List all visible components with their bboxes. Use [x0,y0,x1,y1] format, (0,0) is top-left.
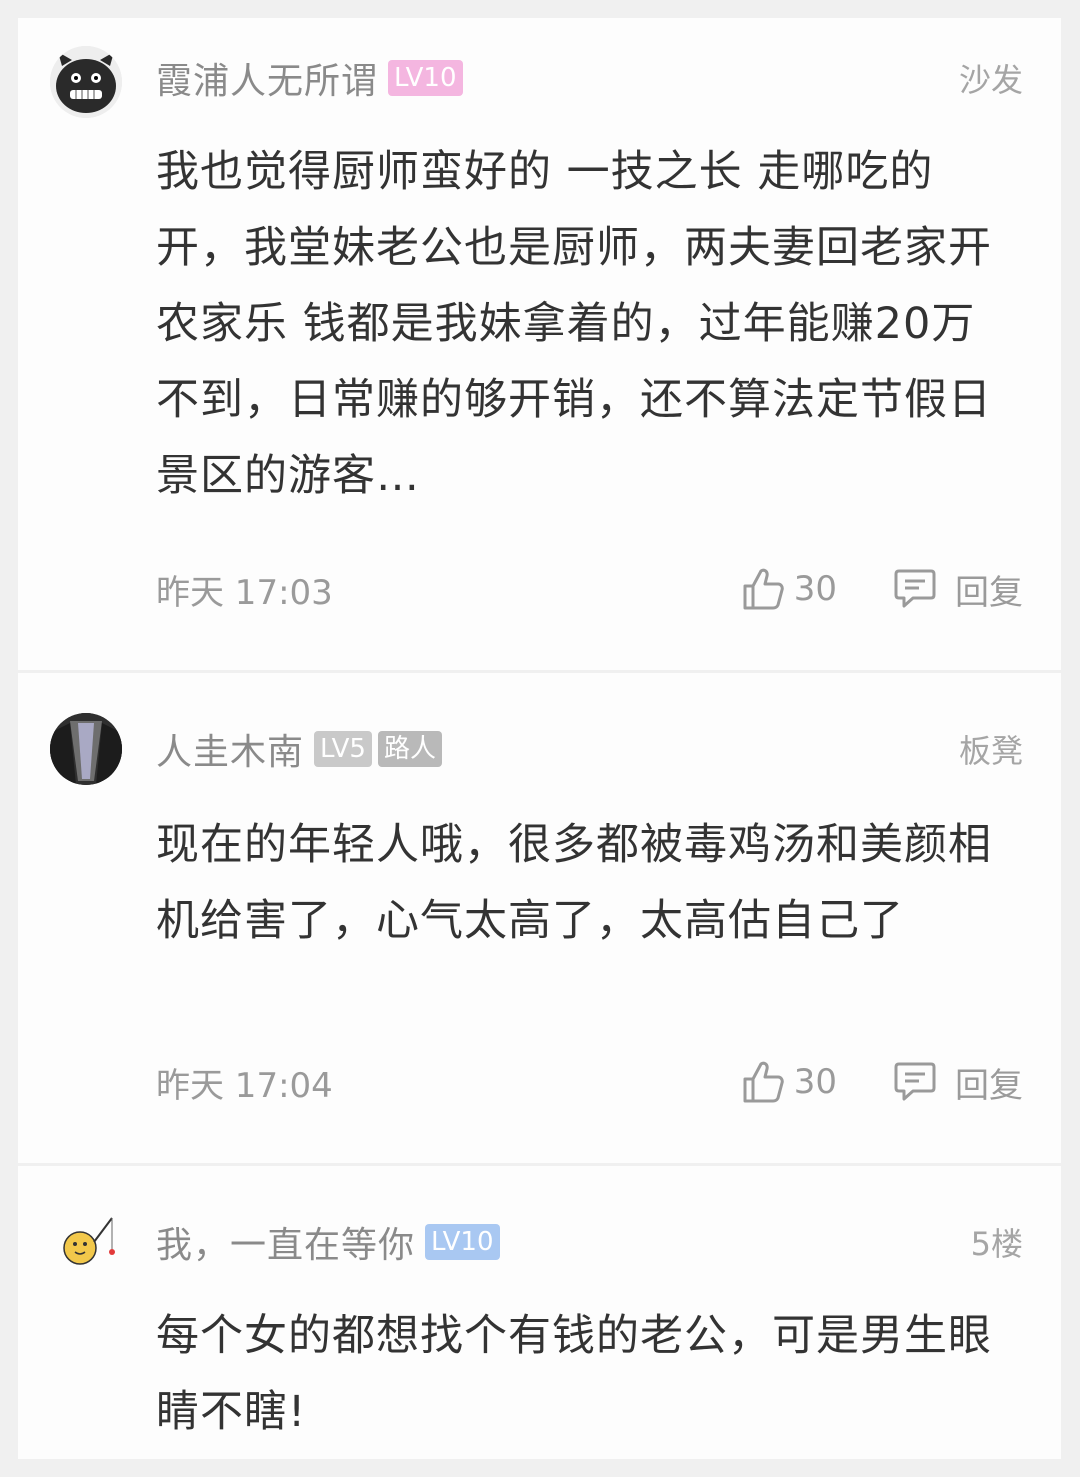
comment-text: 每个女的都想找个有钱的老公，可是男生眼睛不瞎! [156,1311,992,1437]
user-avatar[interactable] [50,1206,122,1278]
floor-label: 沙发 [958,61,1023,99]
level-badge: LV10 [425,1224,500,1260]
thumbs-up-icon [742,1060,784,1104]
comment-header: 人圭木南 LV5 路人 板凳 [156,719,1023,779]
tag-badge: 路人 [377,731,442,767]
comment-text: 现在的年轻人哦，很多都被毒鸡汤和美颜相机给害了，心气太高了，太高估自己了 [156,820,992,946]
black-pig-avatar-icon [50,46,122,118]
comment-footer: 昨天 17:04 30 回复 [156,1057,1023,1107]
comment-bubble-icon [893,568,937,610]
like-count: 30 [793,1062,837,1102]
floor-label: 板凳 [958,732,1023,770]
like-count: 30 [793,569,837,609]
level-badge: LV5 [314,731,372,767]
reply-label: 回复 [955,1065,1023,1106]
comment-header: 我，一直在等你 LV10 5楼 [156,1212,1023,1272]
level-badge: LV10 [388,60,463,96]
comment-time: 昨天 17:03 [156,572,333,613]
username[interactable]: 霞浦人无所谓 [156,52,378,104]
username[interactable]: 我，一直在等你 [156,1216,415,1268]
comment-time: 昨天 17:04 [156,1065,333,1106]
user-avatar[interactable] [50,46,122,118]
user-avatar[interactable] [50,713,122,785]
like-button[interactable]: 30 [742,567,837,611]
comment-card: 人圭木南 LV5 路人 板凳 现在的年轻人哦，很多都被毒鸡汤和美颜相机给害了，心… [18,673,1061,1163]
thumbs-up-icon [742,567,784,611]
comment-bubble-icon [893,1061,937,1103]
comment-card: 霞浦人无所谓 LV10 沙发 我也觉得厨师蛮好的 一技之长 走哪吃的开，我堂妹老… [18,18,1061,670]
comment-text: 我也觉得厨师蛮好的 一技之长 走哪吃的开，我堂妹老公也是厨师，两夫妻回老家开农家… [156,147,992,501]
reply-button[interactable]: 回复 [893,1058,1023,1107]
reply-button[interactable]: 回复 [893,565,1023,614]
comment-header: 霞浦人无所谓 LV10 沙发 [156,48,1023,108]
floor-label: 5楼 [970,1225,1023,1263]
like-button[interactable]: 30 [742,1060,837,1104]
cartoon-fishing-avatar-icon [50,1206,122,1278]
username[interactable]: 人圭木南 [156,723,304,775]
comment-footer: 昨天 17:03 30 回复 [156,564,1023,614]
comment-card: 我，一直在等你 LV10 5楼 每个女的都想找个有钱的老公，可是男生眼睛不瞎! [18,1166,1061,1459]
tunnel-photo-avatar-icon [50,713,122,785]
reply-label: 回复 [955,572,1023,613]
